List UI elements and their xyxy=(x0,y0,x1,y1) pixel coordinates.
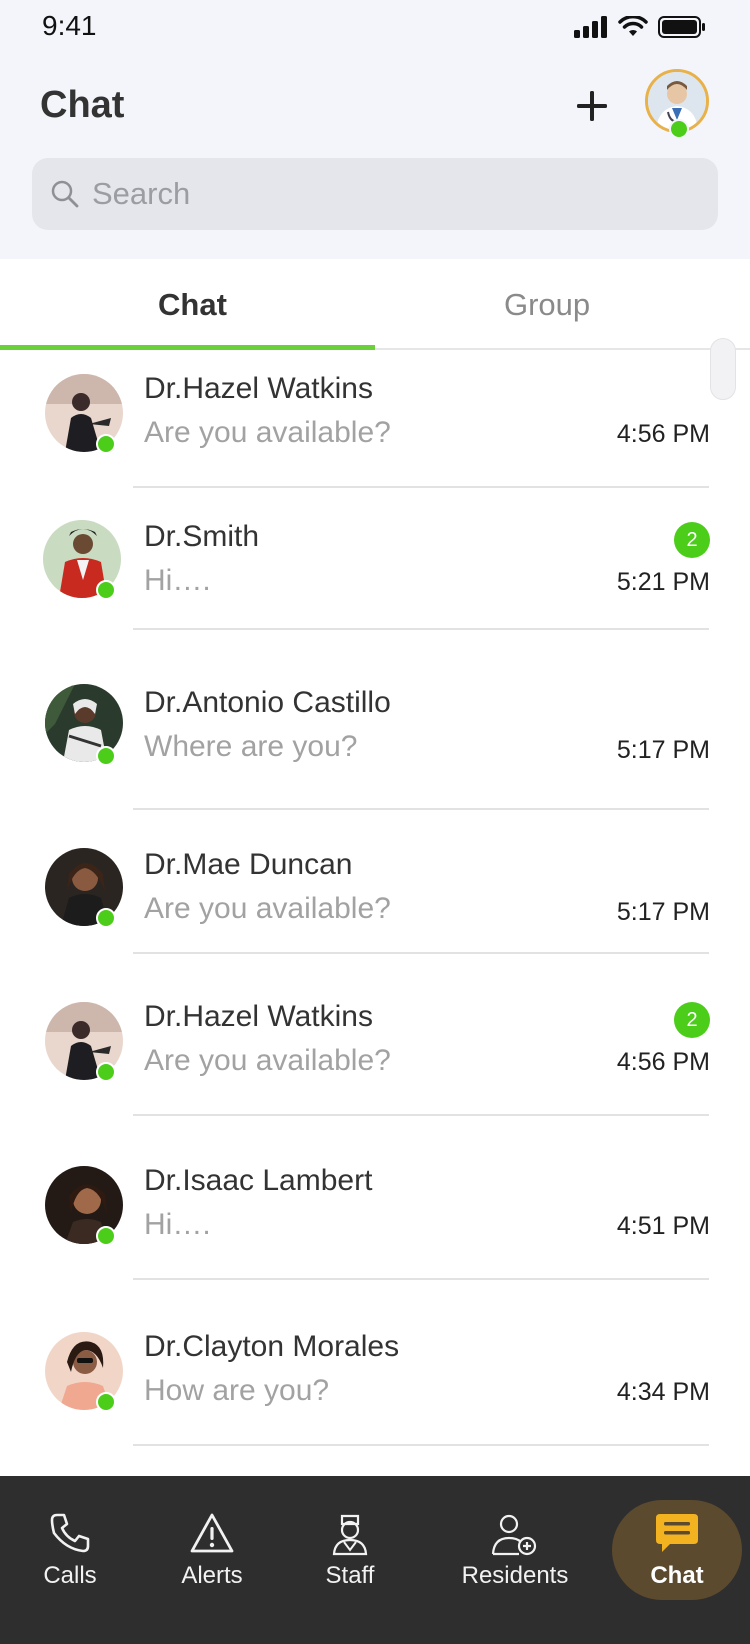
chat-name: Dr.Hazel Watkins xyxy=(144,1000,373,1033)
nav-label: Residents xyxy=(461,1562,569,1589)
divider xyxy=(133,486,709,488)
nav-residents[interactable]: Residents xyxy=(450,1476,580,1644)
nav-label: Alerts xyxy=(181,1562,243,1589)
chat-bubble-icon xyxy=(656,1514,698,1552)
chat-time: 5:17 PM xyxy=(616,736,710,764)
divider xyxy=(133,628,709,630)
battery-icon xyxy=(658,16,705,38)
chat-name: Dr.Smith xyxy=(144,520,260,553)
chat-time: 4:34 PM xyxy=(616,1378,710,1406)
divider xyxy=(133,1278,709,1280)
nav-staff[interactable]: Staff xyxy=(310,1476,390,1644)
active-tab-indicator xyxy=(0,345,375,350)
wifi-icon xyxy=(618,16,648,36)
chat-preview: Hi…. xyxy=(144,1208,211,1241)
online-indicator xyxy=(96,908,116,928)
signal-icon xyxy=(574,16,607,38)
divider xyxy=(133,1114,709,1116)
chat-name: Dr.Isaac Lambert xyxy=(144,1164,373,1197)
chat-time: 4:56 PM xyxy=(616,1048,710,1076)
alert-triangle-icon xyxy=(190,1513,234,1553)
resident-add-icon xyxy=(491,1514,537,1556)
online-indicator xyxy=(96,580,116,600)
scrollbar[interactable] xyxy=(710,338,736,400)
tab-group[interactable]: Group xyxy=(504,287,590,323)
header: 9:41 Chat xyxy=(0,0,750,259)
chat-preview: Hi…. xyxy=(144,564,211,597)
online-indicator xyxy=(96,1062,116,1082)
divider xyxy=(133,952,709,954)
online-indicator xyxy=(96,1226,116,1246)
nav-chat[interactable]: Chat xyxy=(630,1476,724,1644)
status-time: 9:41 xyxy=(42,10,97,41)
chat-name: Dr.Mae Duncan xyxy=(144,848,353,881)
phone-icon xyxy=(50,1513,90,1553)
search-input[interactable] xyxy=(92,176,652,212)
divider xyxy=(133,1444,709,1446)
search-bar[interactable] xyxy=(32,158,718,230)
divider xyxy=(133,808,709,810)
profile-online-indicator xyxy=(669,119,689,139)
tab-chat[interactable]: Chat xyxy=(158,287,227,323)
status-icons xyxy=(574,16,706,38)
nav-label: Calls xyxy=(43,1562,97,1589)
bottom-navigation: Calls Alerts Staff Residents Chat xyxy=(0,1476,750,1644)
unread-badge: 2 xyxy=(674,522,710,558)
plus-icon xyxy=(577,91,607,121)
online-indicator xyxy=(96,746,116,766)
chat-preview: Where are you? xyxy=(144,730,358,763)
chat-time: 5:21 PM xyxy=(616,568,710,596)
nurse-icon xyxy=(332,1514,368,1556)
unread-badge: 2 xyxy=(674,1002,710,1038)
nav-label: Staff xyxy=(325,1562,375,1589)
page-title: Chat xyxy=(40,84,125,126)
online-indicator xyxy=(96,1392,116,1412)
chat-preview: Are you available? xyxy=(144,416,391,449)
nav-calls[interactable]: Calls xyxy=(30,1476,110,1644)
search-icon xyxy=(51,180,79,208)
chat-preview: Are you available? xyxy=(144,1044,391,1077)
chat-name: Dr.Clayton Morales xyxy=(144,1330,400,1363)
chat-tabs: Chat Group xyxy=(0,259,750,350)
chat-name: Dr.Hazel Watkins xyxy=(144,372,373,405)
online-indicator xyxy=(96,434,116,454)
new-chat-button[interactable] xyxy=(570,84,614,128)
chat-time: 4:56 PM xyxy=(616,420,710,448)
chat-time: 4:51 PM xyxy=(616,1212,710,1240)
chat-preview: Are you available? xyxy=(144,892,391,925)
nav-alerts[interactable]: Alerts xyxy=(170,1476,254,1644)
chat-name: Dr.Antonio Castillo xyxy=(144,686,391,719)
chat-time: 5:17 PM xyxy=(616,898,710,926)
chat-preview: How are you? xyxy=(144,1374,330,1407)
nav-label: Chat xyxy=(650,1562,704,1589)
